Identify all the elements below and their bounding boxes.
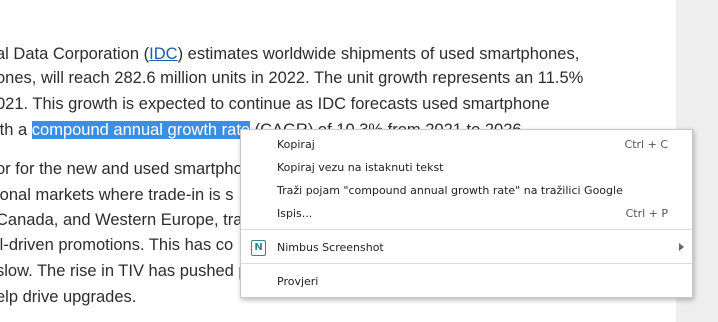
menu-item-nimbus-screenshot[interactable]: N Nimbus Screenshot — [241, 238, 692, 258]
article-line: Canada, and Western Europe, tra — [0, 211, 243, 229]
menu-item-label: Nimbus Screenshot — [277, 241, 384, 254]
menu-separator — [241, 263, 692, 264]
article-line: elp drive upgrades. — [0, 288, 137, 306]
menu-item-print[interactable]: Ispis... Ctrl + P — [241, 204, 692, 224]
article-line: slow. The rise in TIV has pushed p — [0, 262, 248, 280]
menu-item-label: Kopiraj — [277, 138, 315, 151]
article-line: 021. This growth is expected to continue… — [0, 95, 550, 113]
menu-item-label: Provjeri — [277, 275, 319, 288]
menu-item-copy-link[interactable]: Kopiraj vezu na istaknuti tekst — [241, 158, 692, 178]
submenu-arrow-icon — [679, 243, 684, 251]
menu-item-search-google[interactable]: Traži pojam "compound annual growth rate… — [241, 181, 692, 201]
idc-link[interactable]: IDC — [149, 45, 177, 63]
menu-separator — [241, 229, 692, 230]
menu-item-copy[interactable]: Kopiraj Ctrl + C — [241, 135, 692, 155]
article-line: or for the new and used smartphone — [0, 160, 262, 178]
menu-item-shortcut: Ctrl + C — [624, 138, 668, 151]
article-line: il-driven promotions. This has co — [0, 236, 234, 254]
article-text: ith a — [0, 121, 28, 139]
menu-item-label: Kopiraj vezu na istaknuti tekst — [277, 161, 444, 174]
article-text: al Data Corporation ( — [0, 45, 150, 63]
nimbus-icon: N — [251, 240, 266, 256]
menu-item-label: Ispis... — [277, 207, 313, 220]
article-line: ones, will reach 282.6 million units in … — [0, 69, 584, 87]
menu-item-inspect[interactable]: Provjeri — [241, 272, 692, 292]
menu-item-label: Traži pojam "compound annual growth rate… — [277, 184, 623, 197]
article-line: al Data Corporation (IDC) estimates worl… — [0, 42, 579, 66]
menu-item-shortcut: Ctrl + P — [625, 207, 668, 220]
selected-text[interactable]: compound annual growth rate — [31, 121, 251, 139]
article-text: ) estimates worldwide shipments of used … — [177, 45, 580, 63]
article-line: ional markets where trade-in is s — [0, 186, 234, 204]
context-menu: Kopiraj Ctrl + C Kopiraj vezu na istaknu… — [240, 129, 693, 298]
